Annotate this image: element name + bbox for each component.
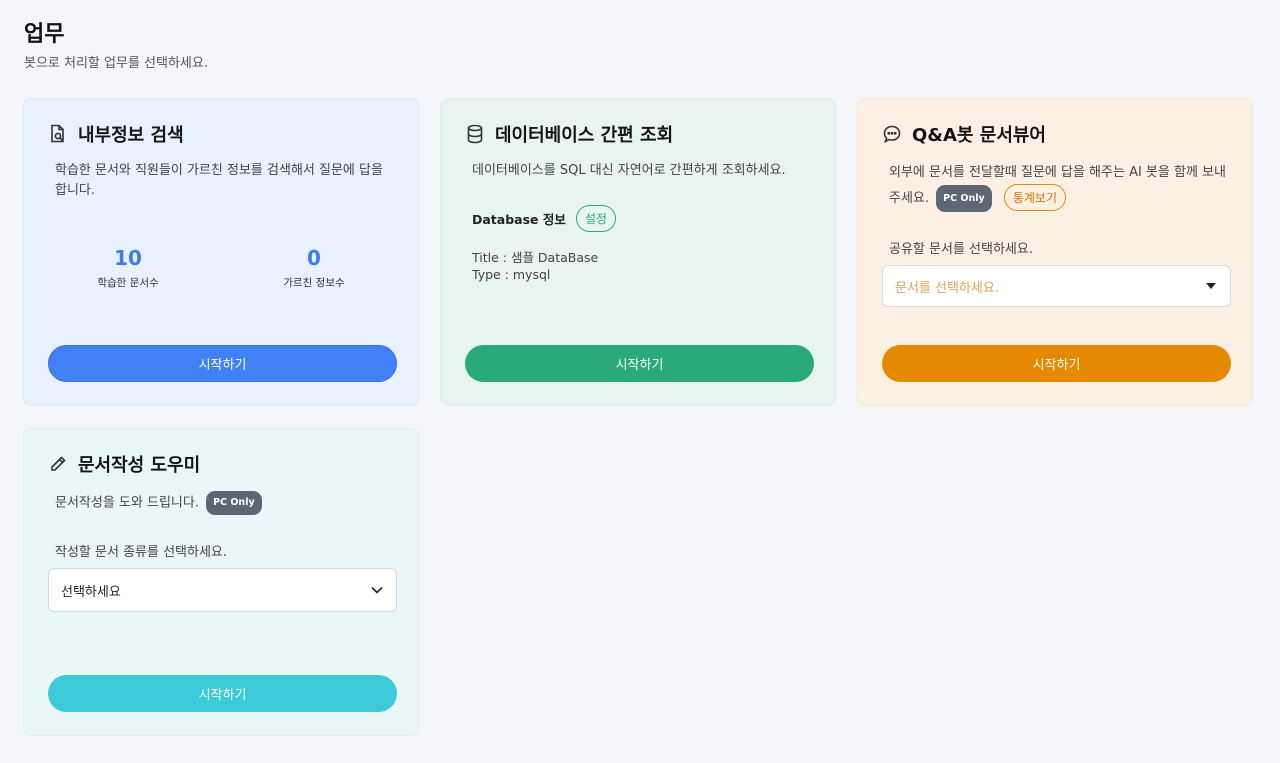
qa-viewer-card-title: Q&A봇 문서뷰어 <box>912 125 1046 146</box>
qa-doc-select[interactable]: 문서를 선택하세요. <box>882 265 1231 307</box>
taught-info-count: 0 <box>307 246 321 270</box>
search-card-title: 내부정보 검색 <box>78 125 184 146</box>
search-card-header: 내부정보 검색 <box>48 121 184 147</box>
document-search-icon <box>48 124 68 144</box>
writer-description-text: 문서작성을 도와 드립니다. <box>55 495 199 511</box>
chevron-down-icon <box>370 583 384 597</box>
database-icon <box>465 124 485 144</box>
page-header: 업무 봇으로 처리할 업무를 선택하세요. <box>24 20 208 71</box>
stats-view-button[interactable]: 통계보기 <box>1003 184 1066 211</box>
writer-type-select-value: 선택하세요 <box>61 584 121 600</box>
writer-card-title: 문서작성 도우미 <box>78 455 201 476</box>
pencil-icon <box>48 454 68 474</box>
qa-doc-select-placeholder: 문서를 선택하세요. <box>895 280 999 296</box>
search-card-description: 학습한 문서와 직원들이 가르친 정보를 검색해서 질문에 답을 합니다. <box>55 163 383 198</box>
database-info-row: Database 정보 설정 <box>472 205 616 232</box>
pc-only-badge: PC Only <box>936 185 992 212</box>
learned-docs-stat: 10 학습한 문서수 <box>48 245 208 290</box>
search-start-button[interactable]: 시작하기 <box>48 345 397 382</box>
qa-viewer-start-button[interactable]: 시작하기 <box>882 345 1231 382</box>
qa-viewer-card-header: Q&A봇 문서뷰어 <box>882 121 1046 147</box>
database-title-line: Title : 샘플 DataBase <box>472 250 599 265</box>
pc-only-badge: PC Only <box>206 491 262 515</box>
learned-docs-count: 10 <box>114 246 142 270</box>
database-start-button[interactable]: 시작하기 <box>465 345 814 382</box>
page-title: 업무 <box>24 22 65 47</box>
qa-doc-select-label: 공유할 문서를 선택하세요. <box>889 242 1033 257</box>
taught-info-label: 가르친 정보수 <box>283 277 345 289</box>
search-card: 내부정보 검색 학습한 문서와 직원들이 가르친 정보를 검색해서 질문에 답을… <box>23 98 419 406</box>
writer-card-header: 문서작성 도우미 <box>48 451 200 477</box>
learned-docs-label: 학습한 문서수 <box>97 277 159 289</box>
page-subtitle: 봇으로 처리할 업무를 선택하세요. <box>24 56 208 71</box>
database-info-label: Database 정보 <box>472 212 566 227</box>
caret-down-icon <box>1204 279 1218 293</box>
database-type-line: Type : mysql <box>472 267 551 282</box>
qa-viewer-card: Q&A봇 문서뷰어 외부에 문서를 전달할때 질문에 답을 해주는 AI 봇을 … <box>857 98 1253 406</box>
writer-type-select-label: 작성할 문서 종류를 선택하세요. <box>55 545 228 560</box>
writer-start-button[interactable]: 시작하기 <box>48 675 397 712</box>
database-card-title: 데이터베이스 간편 조회 <box>495 125 674 146</box>
writer-type-select[interactable]: 선택하세요 <box>48 568 397 612</box>
taught-info-stat: 0 가르친 정보수 <box>234 245 394 290</box>
database-card-description: 데이터베이스를 SQL 대신 자연어로 간편하게 조회하세요. <box>472 163 786 178</box>
database-card-header: 데이터베이스 간편 조회 <box>465 121 673 147</box>
writer-card: 문서작성 도우미 문서작성을 도와 드립니다. PC Only 작성할 문서 종… <box>23 428 419 736</box>
qa-viewer-card-description: 외부에 문서를 전달할때 질문에 답을 해주는 AI 봇을 함께 보내주세요. … <box>889 161 1228 212</box>
chat-bubble-icon <box>882 124 902 144</box>
database-card: 데이터베이스 간편 조회 데이터베이스를 SQL 대신 자연어로 간편하게 조회… <box>440 98 836 406</box>
database-settings-button[interactable]: 설정 <box>575 205 616 232</box>
writer-card-description: 문서작성을 도와 드립니다. PC Only <box>55 491 394 515</box>
